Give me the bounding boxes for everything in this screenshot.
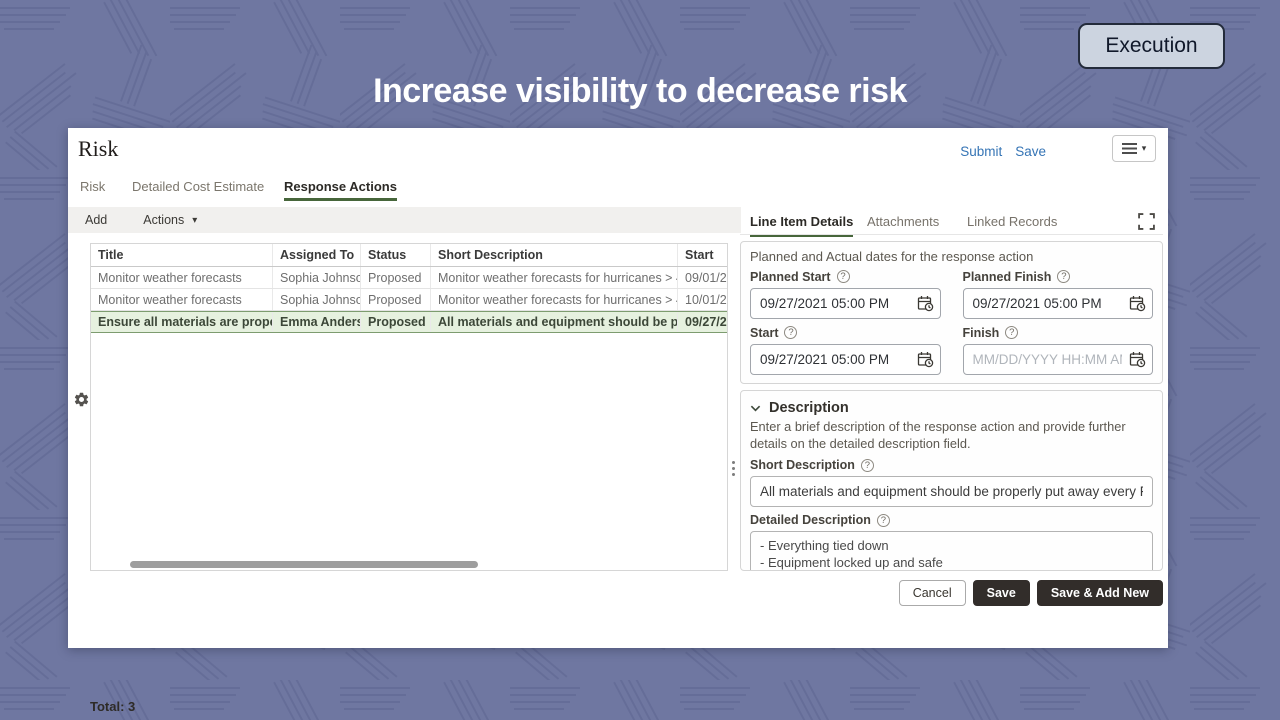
calendar-clock-icon[interactable]: [917, 351, 934, 368]
column-header-assigned-to[interactable]: Assigned To: [273, 244, 361, 266]
column-header-title[interactable]: Title: [91, 244, 273, 266]
cell-start: 10/01/2: [685, 292, 727, 307]
short-description-label: Short Description ?: [750, 456, 1153, 474]
expand-icon[interactable]: [1138, 213, 1155, 230]
add-button[interactable]: Add: [85, 213, 107, 227]
tab-line-item-details[interactable]: Line Item Details: [750, 214, 854, 237]
cell-assigned-to: Emma Anderson: [273, 312, 361, 332]
hamburger-icon: [1121, 143, 1137, 154]
calendar-clock-icon[interactable]: [917, 295, 934, 312]
column-header-start[interactable]: Start: [678, 244, 727, 266]
actions-menu-label: Actions: [143, 213, 185, 227]
table-row[interactable]: Monitor weather forecasts Sophia Johnson…: [91, 289, 727, 311]
start-field: [750, 344, 941, 375]
cell-short-description: All materials and equipment should be pr…: [431, 312, 678, 332]
pane-resize-handle[interactable]: [730, 458, 736, 479]
planned-start-label: Planned Start ?: [750, 268, 941, 285]
table-header-row: Title Assigned To Status Short Descripti…: [91, 244, 727, 267]
help-icon[interactable]: ?: [1057, 270, 1071, 283]
detailed-description-label: Detailed Description ?: [750, 511, 1153, 529]
save-button[interactable]: Save: [972, 580, 1030, 606]
finish-field: [962, 344, 1153, 375]
overflow-menu-button[interactable]: ▾: [1112, 135, 1156, 162]
slide-title: Increase visibility to decrease risk: [373, 72, 907, 110]
cell-assigned-to: Sophia Johnson: [273, 267, 361, 288]
actions-menu-button[interactable]: Actions ▾: [143, 213, 197, 227]
planned-finish-label: Planned Finish ?: [963, 268, 1154, 285]
help-icon[interactable]: ?: [1005, 326, 1019, 339]
finish-input[interactable]: [962, 344, 1153, 375]
tab-line-item-details-label: Line Item Details: [750, 214, 854, 229]
grid-toolbar: Add Actions ▾: [68, 207, 741, 233]
tab-linked-records[interactable]: Linked Records: [967, 214, 1057, 229]
cell-assigned-to: Sophia Johnson: [273, 289, 361, 310]
tab-response-actions-label: Response Actions: [284, 179, 397, 194]
submit-button[interactable]: Submit: [960, 144, 1002, 159]
horizontal-scrollbar[interactable]: [130, 561, 478, 568]
details-tab-bar: Line Item Details Attachments Linked Rec…: [740, 207, 1163, 237]
tab-attachments[interactable]: Attachments: [867, 214, 939, 229]
dates-section: Planned and Actual dates for the respons…: [740, 241, 1163, 384]
header-actions: Submit Save: [960, 144, 1046, 159]
tab-response-actions[interactable]: Response Actions: [284, 179, 397, 201]
gear-icon[interactable]: [73, 391, 90, 408]
app-window: Risk Submit Save ▾ Risk Detailed Cost Es…: [68, 128, 1168, 714]
help-icon[interactable]: ?: [784, 326, 798, 339]
cell-start: 09/27/2: [685, 315, 727, 329]
cell-status: Proposed: [361, 312, 431, 332]
tab-risk[interactable]: Risk: [80, 179, 105, 194]
active-tab-underline: [750, 234, 854, 237]
planned-start-input[interactable]: [750, 288, 941, 319]
short-description-input[interactable]: [750, 476, 1153, 508]
cell-short-description: Monitor weather forecasts for hurricanes…: [431, 289, 678, 310]
active-tab-underline: [284, 198, 397, 201]
main-tab-bar: Risk Detailed Cost Estimate Response Act…: [68, 174, 1168, 203]
cell-short-description: Monitor weather forecasts for hurricanes…: [431, 267, 678, 288]
help-icon[interactable]: ?: [860, 458, 874, 472]
save-and-add-new-button[interactable]: Save & Add New: [1036, 580, 1163, 606]
description-section: Description Enter a brief description of…: [740, 390, 1163, 571]
planned-finish-field: [962, 288, 1153, 319]
chevron-down-icon: ▾: [192, 214, 198, 226]
chevron-down-icon: ▾: [1141, 143, 1147, 153]
cell-title: Monitor weather forecasts: [91, 267, 273, 288]
calendar-clock-icon[interactable]: [1129, 351, 1146, 368]
finish-label: Finish ?: [963, 324, 1154, 341]
detailed-description-input[interactable]: - Everything tied down - Equipment locke…: [750, 531, 1153, 570]
presentation-slide: Execution Increase visibility to decreas…: [0, 0, 1280, 720]
page-title: Risk: [78, 136, 119, 161]
dates-section-heading: Planned and Actual dates for the respons…: [750, 249, 1034, 264]
cell-title: Ensure all materials are proper...: [91, 312, 273, 332]
cell-status: Proposed: [361, 267, 431, 288]
calendar-clock-icon[interactable]: [1129, 295, 1146, 312]
column-header-status[interactable]: Status: [361, 244, 431, 266]
cancel-button[interactable]: Cancel: [898, 580, 966, 606]
phase-badge-label: Execution: [1105, 34, 1198, 57]
table-row[interactable]: Monitor weather forecasts Sophia Johnson…: [91, 267, 727, 289]
table-row-selected[interactable]: Ensure all materials are proper... Emma …: [91, 311, 727, 333]
line-item-details-pane: Line Item Details Attachments Linked Rec…: [740, 207, 1168, 648]
start-input[interactable]: [750, 344, 941, 375]
cell-title: Monitor weather forecasts: [91, 289, 273, 310]
tab-detailed-cost-estimate[interactable]: Detailed Cost Estimate: [132, 179, 264, 194]
description-section-heading: Description: [769, 400, 849, 416]
form-action-buttons: Cancel Save Save & Add New: [740, 580, 1163, 606]
cell-status: Proposed: [361, 289, 431, 310]
column-header-short-description[interactable]: Short Description: [431, 244, 678, 266]
help-icon[interactable]: ?: [876, 513, 890, 527]
response-actions-pane: Add Actions ▾ Title Assigned To Status S…: [68, 207, 741, 714]
planned-start-field: [750, 288, 941, 319]
table-total: Total: 3: [90, 699, 136, 714]
planned-finish-input[interactable]: [962, 288, 1153, 319]
save-link-button[interactable]: Save: [1015, 144, 1046, 159]
cell-start: 09/01/2: [685, 270, 727, 285]
chevron-down-icon[interactable]: [750, 403, 761, 414]
help-icon[interactable]: ?: [836, 270, 850, 283]
phase-badge: Execution: [1078, 23, 1225, 69]
response-actions-table: Title Assigned To Status Short Descripti…: [90, 243, 728, 571]
start-label: Start ?: [750, 324, 941, 341]
description-helper-text: Enter a brief description of the respons…: [750, 419, 1126, 451]
